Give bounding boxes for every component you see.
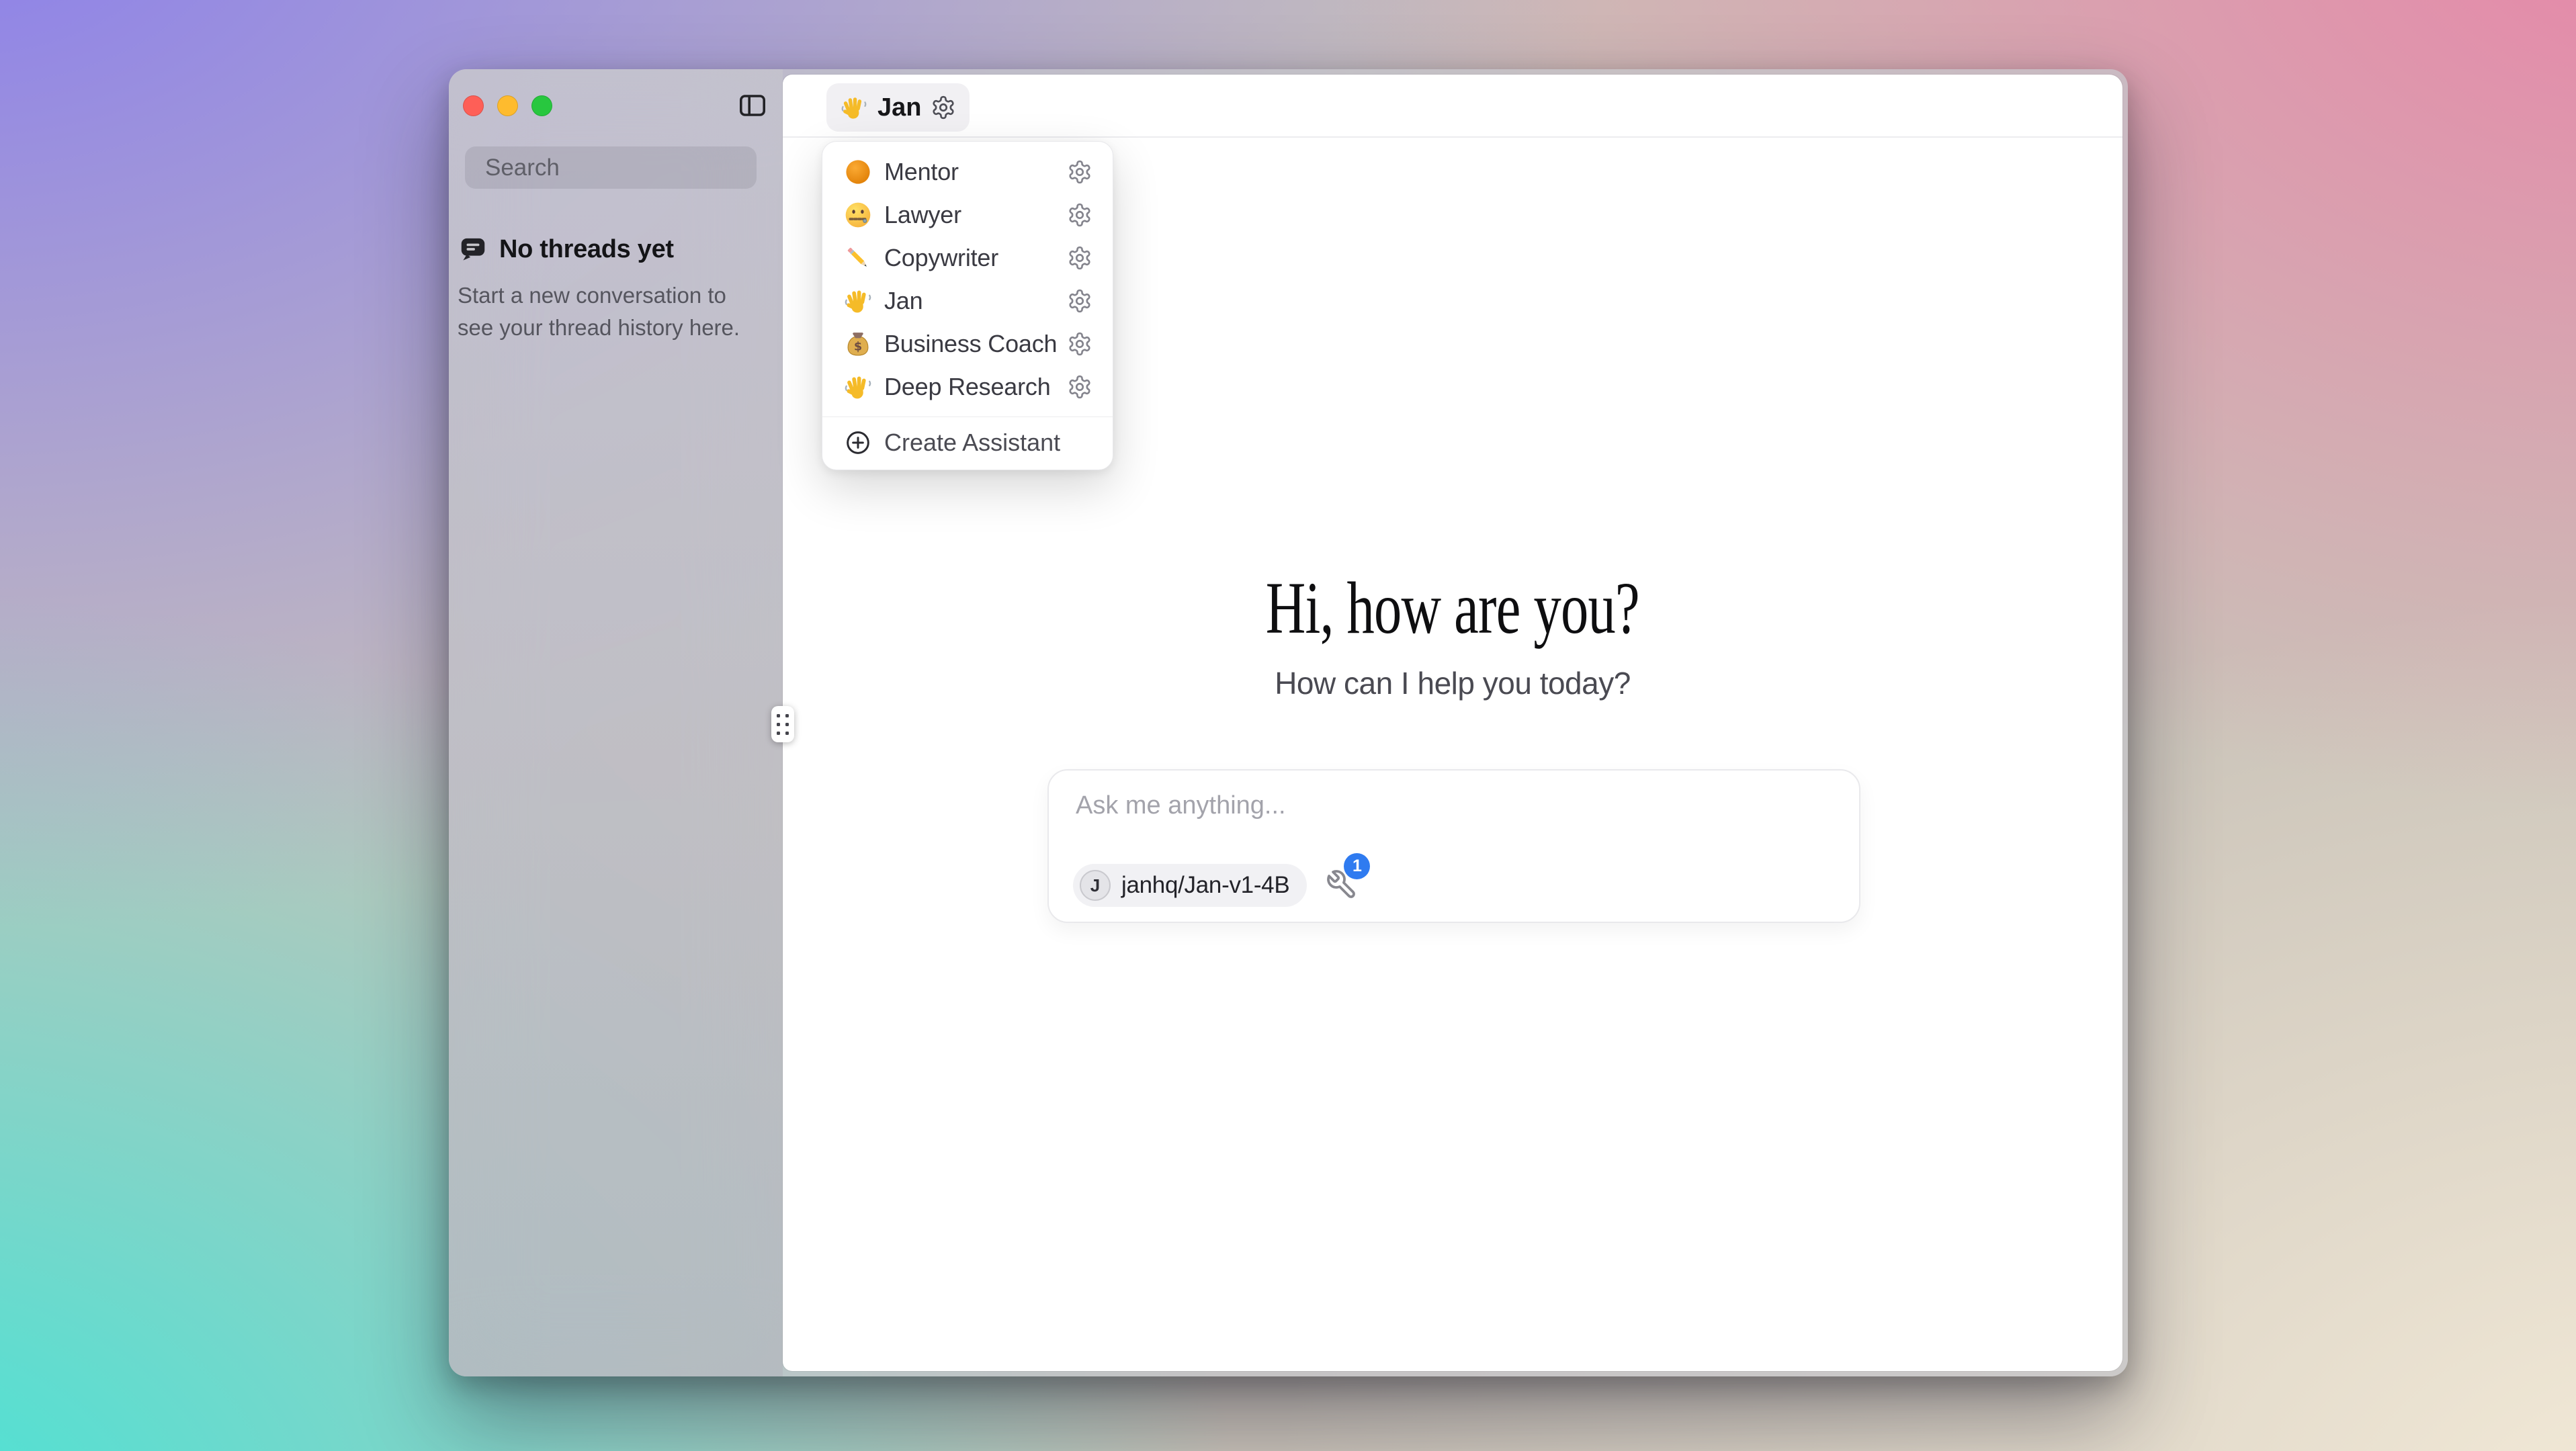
model-selector-button[interactable]: J janhq/Jan-v1-4B — [1073, 864, 1307, 907]
empty-state-title: No threads yet — [499, 235, 674, 264]
message-input[interactable] — [1076, 791, 1815, 822]
current-assistant-name: Jan — [877, 93, 921, 122]
plus-circle-outline-icon — [845, 429, 871, 456]
zipper-mouth-face-emoji — [843, 200, 873, 230]
create-assistant-button[interactable]: Create Assistant — [822, 417, 1113, 468]
traffic-lights — [463, 95, 552, 116]
chat-bubble-icon — [458, 234, 488, 265]
sidebar-toggle-button[interactable] — [736, 89, 769, 122]
gear-icon[interactable] — [1067, 202, 1092, 228]
empty-state-description: Start a new conversation to see your thr… — [458, 279, 748, 344]
waving-hand-emoji — [843, 286, 873, 316]
assistant-menu-item-business-coach[interactable]: Business Coach — [822, 322, 1113, 365]
model-name: janhq/Jan-v1-4B — [1121, 872, 1289, 899]
app-window: No threads yet Start a new conversation … — [449, 69, 2128, 1376]
search-input[interactable] — [485, 155, 788, 181]
gear-icon[interactable] — [1067, 288, 1092, 314]
money-bag-emoji — [843, 329, 873, 359]
assistant-menu-item-label: Mentor — [884, 158, 1067, 186]
model-avatar: J — [1080, 870, 1111, 901]
minimize-button[interactable] — [497, 95, 518, 116]
desktop-background: No threads yet Start a new conversation … — [0, 0, 2576, 1451]
welcome-section: Hi, how are you? How can I help you toda… — [783, 570, 2122, 701]
waving-hand-emoji — [840, 93, 868, 122]
zoom-button[interactable] — [531, 95, 552, 116]
orange-circle-emoji — [843, 157, 873, 187]
chat-composer[interactable]: J janhq/Jan-v1-4B 1 — [1047, 769, 1860, 923]
titlebar: Jan — [783, 75, 2122, 138]
pencil-emoji — [843, 243, 873, 273]
gear-icon[interactable] — [1067, 245, 1092, 271]
assistant-selector-button[interactable]: Jan — [826, 83, 970, 132]
tools-count-badge: 1 — [1344, 853, 1370, 879]
composer-toolbar: J janhq/Jan-v1-4B 1 — [1073, 864, 1359, 907]
search-field[interactable] — [465, 146, 757, 189]
assistant-menu-item-copywriter[interactable]: Copywriter — [822, 236, 1113, 279]
assistant-menu: Mentor Lawyer Copywriter Jan — [822, 141, 1113, 470]
sidebar-resize-handle[interactable] — [771, 706, 794, 742]
assistant-menu-item-label: Lawyer — [884, 201, 1067, 229]
gear-icon[interactable] — [1067, 374, 1092, 400]
main-panel: Jan Mentor Lawyer — [783, 75, 2122, 1371]
assistant-menu-item-lawyer[interactable]: Lawyer — [822, 193, 1113, 236]
assistant-menu-item-label: Deep Research — [884, 373, 1067, 401]
greeting-heading: Hi, how are you? — [783, 570, 2122, 648]
assistant-menu-item-jan[interactable]: Jan — [822, 279, 1113, 322]
assistant-menu-item-deep-research[interactable]: Deep Research — [822, 365, 1113, 408]
greeting-subtitle: How can I help you today? — [783, 665, 2122, 701]
tools-button[interactable]: 1 — [1324, 868, 1359, 903]
close-button[interactable] — [463, 95, 484, 116]
assistant-menu-item-label: Jan — [884, 287, 1067, 315]
create-assistant-label: Create Assistant — [884, 429, 1060, 457]
sidebar-panel-icon — [736, 89, 769, 122]
gear-icon[interactable] — [1067, 159, 1092, 185]
assistant-menu-item-mentor[interactable]: Mentor — [822, 150, 1113, 193]
threads-empty-state: No threads yet Start a new conversation … — [458, 234, 760, 344]
gear-icon[interactable] — [931, 95, 956, 120]
waving-hand-emoji — [843, 372, 873, 402]
assistant-menu-item-label: Business Coach — [884, 330, 1067, 358]
gear-icon[interactable] — [1067, 331, 1092, 357]
assistant-menu-item-label: Copywriter — [884, 244, 1067, 272]
